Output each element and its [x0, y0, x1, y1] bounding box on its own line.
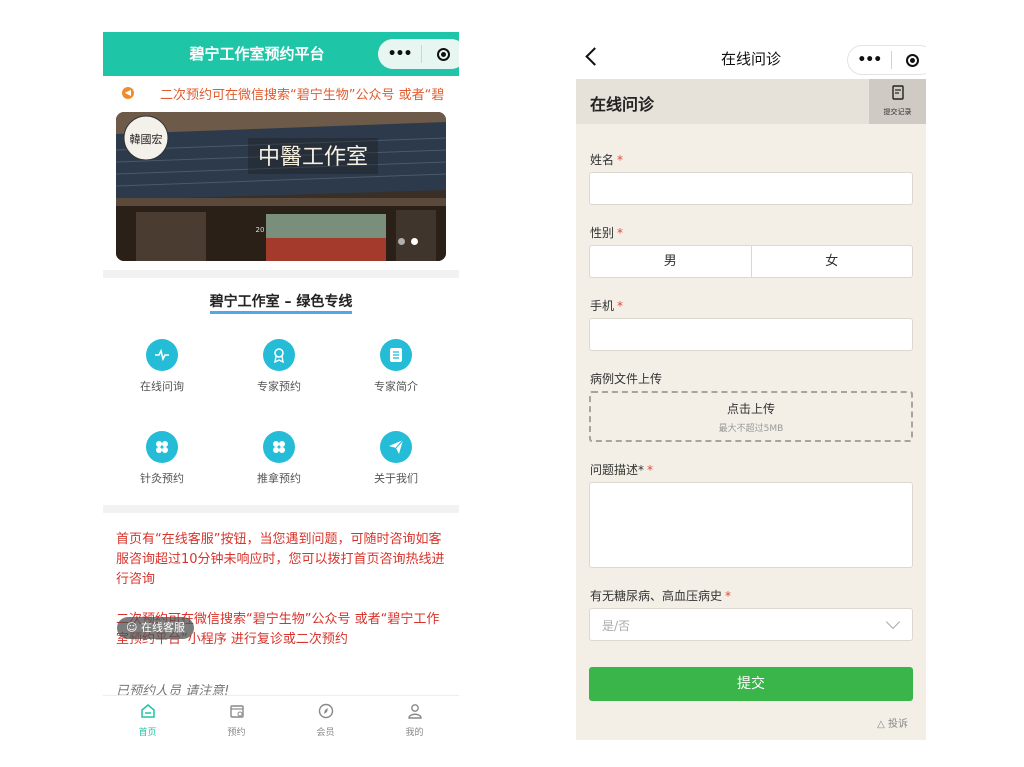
close-miniprogram-icon[interactable] — [891, 53, 926, 67]
banner-carousel[interactable]: 韓國宏 中醫工作室 20 — [116, 112, 446, 261]
banner-logo-text: 韓國宏 — [130, 132, 163, 146]
grid-label: 在线问询 — [140, 380, 184, 393]
mini-program-capsule: ••• — [847, 45, 926, 75]
phone-input[interactable] — [589, 318, 913, 351]
notice-bar: ◀ 二次预约可在微信搜索“碧宁生物”公众号 或者“碧 — [103, 78, 459, 108]
clover-icon — [263, 431, 295, 463]
more-icon[interactable]: ••• — [378, 46, 421, 62]
chat-icon: ☺ — [126, 621, 141, 634]
carousel-dots — [398, 238, 418, 245]
record-icon — [891, 85, 904, 100]
history-label: 有无糖尿病、高血压病史 * — [590, 589, 732, 603]
online-service-button[interactable]: ☺ 在线客服 — [117, 617, 194, 639]
upload-label: 病例文件上传 — [590, 372, 663, 386]
phone-label: 手机 * — [590, 299, 624, 313]
submit-button[interactable]: 提交 — [589, 667, 913, 701]
notice-paragraph-1: 首页有“在线客服”按钮，当您遇到问题，可随时咨询如客服咨询超过10分钟未响应时，… — [116, 532, 445, 587]
carousel-dot-active[interactable] — [411, 238, 418, 245]
chevron-down-icon — [885, 614, 901, 630]
grid-item-massage-booking[interactable]: 推拿预约 — [234, 431, 324, 486]
grid-label: 专家简介 — [374, 380, 418, 393]
tab-home[interactable]: 首页 — [103, 696, 192, 744]
user-icon — [407, 704, 422, 719]
submit-records-label: 提交记录 — [883, 108, 912, 116]
consultation-screen: 在线问诊 ••• 在线问诊 提交记录 姓名 * 性别 * 男 女 手机 * 病例文件上… — [576, 40, 926, 740]
document-icon — [380, 339, 412, 371]
app-header: 碧宁工作室预约平台 ••• — [103, 32, 459, 76]
nav-bar: 在线问诊 ••• — [576, 40, 926, 79]
grid-item-acupuncture-booking[interactable]: 针灸预约 — [117, 431, 207, 486]
pulse-icon — [146, 339, 178, 371]
clover-icon — [146, 431, 178, 463]
home-screen: 碧宁工作室预约平台 ••• ◀ 二次预约可在微信搜索“碧宁生物”公众号 或者“碧 — [103, 32, 459, 744]
grid-label: 专家预约 — [257, 380, 301, 393]
section-title: 碧宁工作室 – 绿色专线 — [103, 291, 459, 314]
gender-option-female[interactable]: 女 — [750, 246, 913, 277]
gender-selector: 男 女 — [589, 245, 913, 278]
upload-button-text: 点击上传 — [726, 402, 775, 416]
storefront-photo: 韓國宏 中醫工作室 20 — [116, 112, 446, 261]
grid-label: 针灸预约 — [140, 472, 184, 485]
mini-program-capsule: ••• — [378, 39, 459, 69]
tab-member[interactable]: 会员 — [281, 696, 370, 744]
name-input[interactable] — [589, 172, 913, 205]
tab-booking[interactable]: 预约 — [192, 696, 281, 744]
calendar-icon — [229, 705, 244, 718]
home-icon — [140, 704, 155, 718]
history-select[interactable]: 是/否 — [589, 608, 913, 641]
page-title: 在线问诊 — [590, 95, 655, 114]
gender-option-male[interactable]: 男 — [590, 246, 751, 277]
notice-text: 二次预约可在微信搜索“碧宁生物”公众号 或者“碧 — [160, 88, 445, 103]
paper-plane-icon — [380, 431, 412, 463]
grid-label: 关于我们 — [374, 472, 418, 485]
gender-label: 性别 * — [590, 226, 624, 240]
tab-bar: 首页 预约 会员 我的 — [103, 695, 459, 744]
carousel-dot[interactable] — [398, 238, 405, 245]
badge-icon — [263, 339, 295, 371]
section-divider — [103, 270, 459, 278]
description-label: 问题描述* * — [590, 463, 654, 477]
tab-mine[interactable]: 我的 — [370, 696, 459, 744]
more-icon[interactable]: ••• — [848, 52, 891, 68]
compass-icon — [318, 703, 333, 719]
page-header: 在线问诊 提交记录 — [576, 79, 926, 124]
history-select-placeholder: 是/否 — [602, 619, 631, 633]
close-miniprogram-icon[interactable] — [422, 47, 459, 61]
upload-hint: 最大不超过5MB — [718, 424, 784, 434]
section-divider — [103, 505, 459, 513]
file-upload-area[interactable]: 点击上传 最大不超过5MB — [589, 391, 913, 442]
speaker-icon: ◀ — [122, 87, 134, 99]
door-number: 20 — [256, 226, 265, 234]
complain-link[interactable]: △ 投诉 — [877, 715, 908, 730]
submit-records-button[interactable]: 提交记录 — [869, 79, 926, 124]
grid-item-online-inquiry[interactable]: 在线问询 — [117, 339, 207, 394]
grid-item-about-us[interactable]: 关于我们 — [351, 431, 441, 486]
grid-item-expert-booking[interactable]: 专家预约 — [234, 339, 324, 394]
grid-item-expert-intro[interactable]: 专家简介 — [351, 339, 441, 394]
grid-label: 推拿预约 — [257, 472, 301, 485]
warning-icon: △ — [877, 719, 888, 730]
banner-sign-text: 中醫工作室 — [258, 145, 368, 170]
description-textarea[interactable] — [589, 482, 913, 568]
name-label: 姓名 * — [590, 153, 624, 167]
